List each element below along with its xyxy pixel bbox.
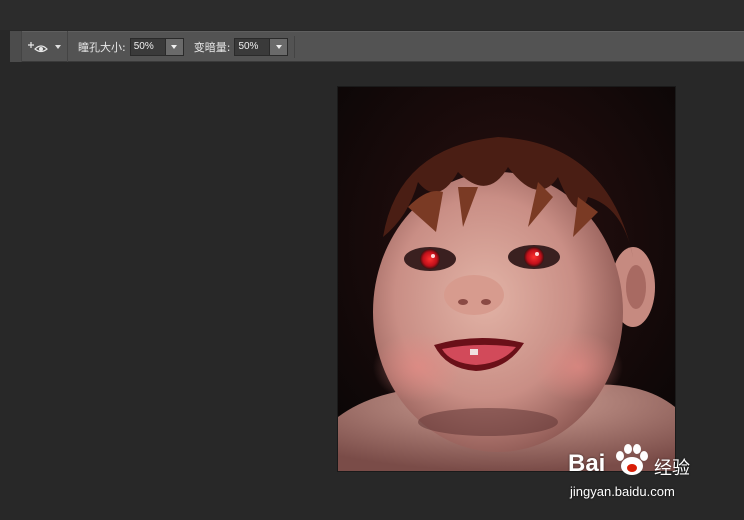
- watermark-brand: Bai: [568, 450, 606, 477]
- watermark-suffix: 经验: [654, 458, 690, 479]
- darken-amount-label: 变暗量:: [193, 40, 231, 54]
- tool-options-bar: 瞳孔大小: 50% 变暗量: 50%: [10, 31, 744, 62]
- darken-amount-dropdown-button[interactable]: [270, 37, 289, 56]
- pupil-size-field: 50%: [129, 37, 184, 56]
- pupil-size-label: 瞳孔大小:: [78, 40, 126, 54]
- pupil-size-dropdown-button[interactable]: [165, 37, 184, 56]
- pupil-size-input[interactable]: 50%: [129, 37, 166, 56]
- baidu-jingyan-watermark: Bai 经验 jingyan.baidu.com: [568, 440, 708, 504]
- red-eye-tool-icon: [28, 40, 50, 54]
- photoshop-window: 瞳孔大小: 50% 变暗量: 50% Bai 经验 jingyan.baidu.…: [0, 0, 744, 520]
- paw-icon: [612, 440, 652, 484]
- chevron-down-icon: [275, 44, 282, 49]
- options-bar-grip[interactable]: [10, 31, 22, 62]
- watermark-url: jingyan.baidu.com: [570, 484, 675, 499]
- darken-amount-field: 50%: [234, 37, 289, 56]
- tool-preset-picker[interactable]: [22, 31, 68, 62]
- chevron-down-icon: [55, 44, 61, 49]
- menu-strip: [0, 0, 744, 30]
- baby-photo[interactable]: [338, 87, 675, 471]
- chevron-down-icon: [171, 44, 178, 49]
- darken-amount-input[interactable]: 50%: [234, 37, 271, 56]
- options-separator: [294, 35, 296, 58]
